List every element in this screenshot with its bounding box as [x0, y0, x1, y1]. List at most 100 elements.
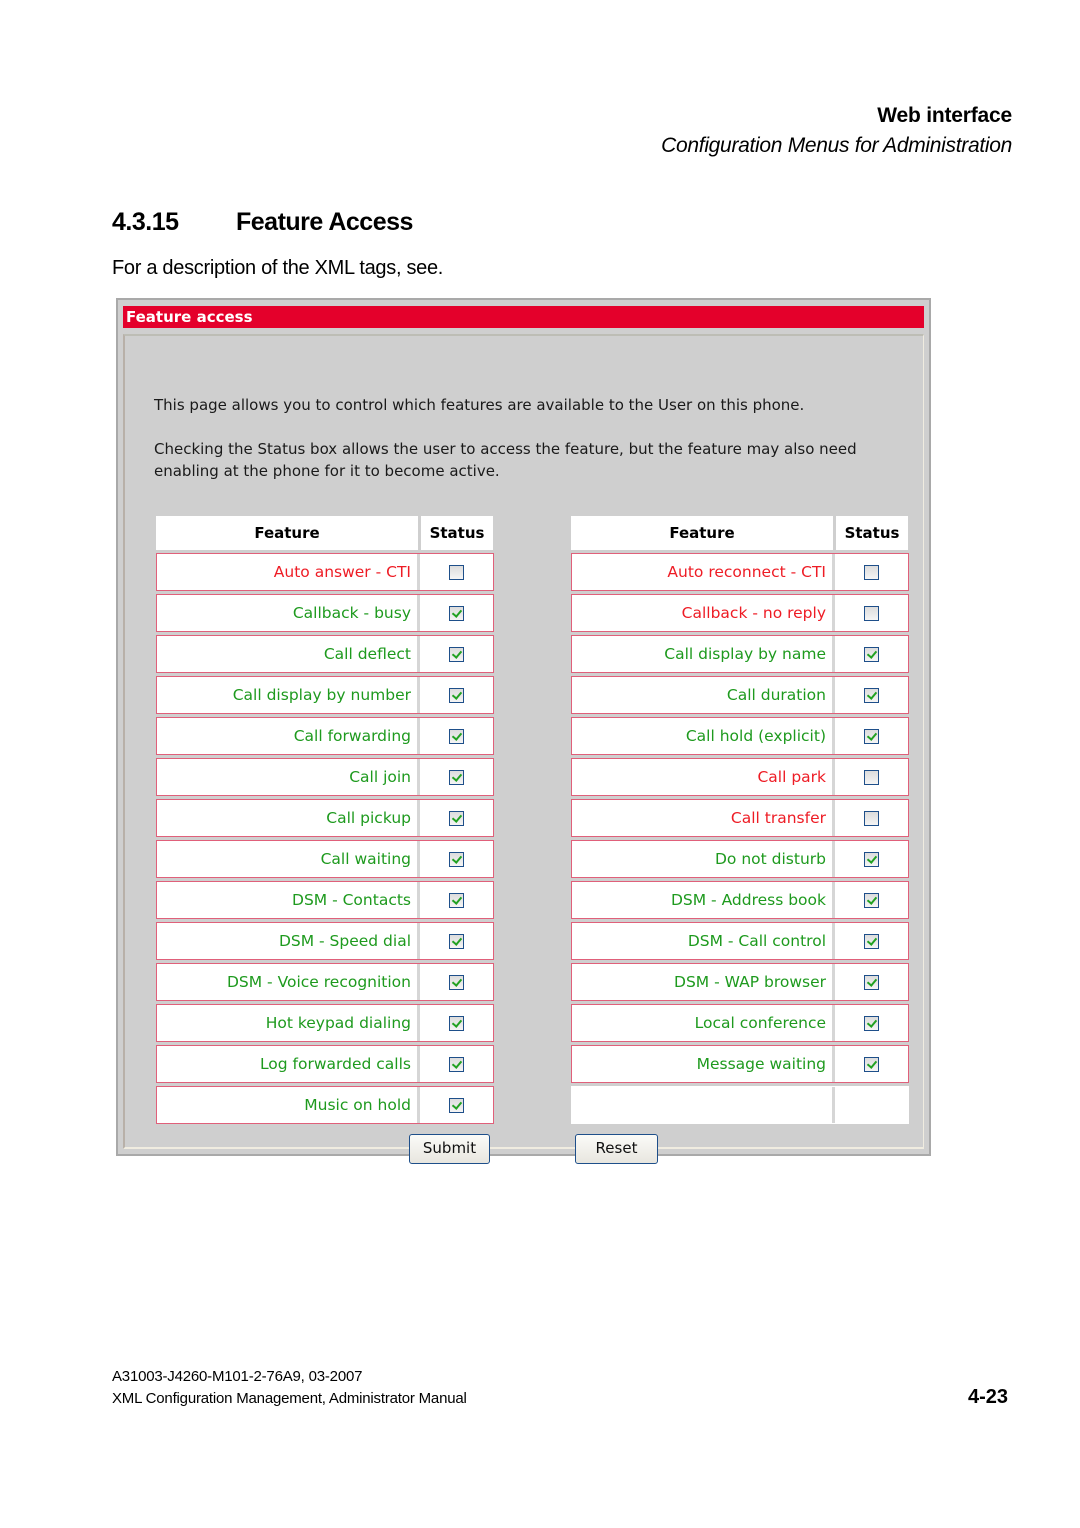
status-checkbox-checked[interactable] [864, 728, 879, 744]
feature-label: Message waiting [572, 1046, 835, 1082]
column-header-status: Status [836, 516, 908, 550]
status-checkbox-checked[interactable] [864, 933, 879, 949]
feature-row: DSM - Contacts [156, 881, 494, 919]
status-checkbox-checked[interactable] [449, 605, 464, 621]
status-checkbox-checked[interactable] [449, 1056, 464, 1072]
status-checkbox-checked[interactable] [449, 851, 464, 867]
feature-row: Auto reconnect - CTI [571, 553, 909, 591]
page-number: 4-23 [967, 1386, 1008, 1408]
status-cell [420, 923, 493, 959]
feature-row: Call display by name [571, 635, 909, 673]
feature-label: DSM - Address book [572, 882, 835, 918]
status-checkbox-unchecked[interactable] [449, 564, 464, 580]
status-cell [835, 718, 908, 754]
feature-row: Call join [156, 758, 494, 796]
status-checkbox-checked[interactable] [864, 892, 879, 908]
status-cell [835, 677, 908, 713]
status-cell [835, 841, 908, 877]
status-cell [835, 759, 908, 795]
feature-row: DSM - Call control [571, 922, 909, 960]
status-cell [420, 800, 493, 836]
status-cell [835, 1005, 908, 1041]
status-checkbox-unchecked[interactable] [864, 605, 879, 621]
feature-row: Hot keypad dialing [156, 1004, 494, 1042]
status-checkbox-checked[interactable] [449, 646, 464, 662]
feature-label: Auto answer - CTI [157, 554, 420, 590]
status-cell [420, 841, 493, 877]
feature-label: Callback - busy [157, 595, 420, 631]
feature-label: Callback - no reply [572, 595, 835, 631]
status-cell [420, 964, 493, 1000]
status-cell [835, 882, 908, 918]
feature-row: DSM - Address book [571, 881, 909, 919]
status-cell [835, 1046, 908, 1082]
status-checkbox-checked[interactable] [449, 810, 464, 826]
section-intro: For a description of the XML tags, see. [112, 257, 444, 279]
feature-row: Message waiting [571, 1045, 909, 1083]
panel-note: Checking the Status box allows the user … [154, 440, 857, 480]
feature-label: Call forwarding [157, 718, 420, 754]
feature-label: Call hold (explicit) [572, 718, 835, 754]
column-header-feature: Feature [571, 516, 833, 550]
feature-row: Callback - no reply [571, 594, 909, 632]
feature-row: Call waiting [156, 840, 494, 878]
reset-button[interactable]: Reset [575, 1134, 658, 1164]
feature-row: Call transfer [571, 799, 909, 837]
status-checkbox-checked[interactable] [449, 769, 464, 785]
feature-label: DSM - Speed dial [157, 923, 420, 959]
feature-row: Call pickup [156, 799, 494, 837]
status-checkbox-checked[interactable] [864, 1056, 879, 1072]
feature-label: Call join [157, 759, 420, 795]
feature-label: Call deflect [157, 636, 420, 672]
feature-label: Call display by name [572, 636, 835, 672]
status-checkbox-checked[interactable] [864, 1015, 879, 1031]
status-checkbox-checked[interactable] [449, 933, 464, 949]
status-cell [835, 595, 908, 631]
status-cell [420, 636, 493, 672]
feature-row: Music on hold [156, 1086, 494, 1124]
status-checkbox-checked[interactable] [864, 851, 879, 867]
feature-row: Call duration [571, 676, 909, 714]
status-checkbox-checked[interactable] [449, 974, 464, 990]
feature-label: Call park [572, 759, 835, 795]
status-cell [420, 595, 493, 631]
status-checkbox-checked[interactable] [449, 728, 464, 744]
feature-label: Do not disturb [572, 841, 835, 877]
feature-label: Music on hold [157, 1087, 420, 1123]
running-header-subtitle: Configuration Menus for Administration [661, 134, 1012, 157]
section-title: Feature Access [236, 208, 413, 236]
feature-row: Call forwarding [156, 717, 494, 755]
feature-row: Do not disturb [571, 840, 909, 878]
status-checkbox-unchecked[interactable] [864, 810, 879, 826]
status-cell [835, 554, 908, 590]
submit-button[interactable]: Submit [409, 1134, 490, 1164]
status-checkbox-checked[interactable] [449, 892, 464, 908]
status-checkbox-checked[interactable] [449, 687, 464, 703]
feature-label: Call waiting [157, 841, 420, 877]
status-cell [835, 800, 908, 836]
status-checkbox-checked[interactable] [449, 1015, 464, 1031]
feature-row: Call display by number [156, 676, 494, 714]
footer-doc-id: A31003-J4260-M101-2-76A9, 03-2007 [112, 1368, 363, 1385]
status-checkbox-checked[interactable] [864, 646, 879, 662]
feature-label: Call transfer [572, 800, 835, 836]
status-cell [420, 1087, 493, 1123]
feature-row: Auto answer - CTI [156, 553, 494, 591]
status-cell [835, 964, 908, 1000]
section-number: 4.3.15 [112, 208, 179, 236]
feature-row: Call park [571, 758, 909, 796]
feature-row: Log forwarded calls [156, 1045, 494, 1083]
feature-label: Local conference [572, 1005, 835, 1041]
status-checkbox-unchecked[interactable] [864, 564, 879, 580]
footer-doc-title: XML Configuration Management, Administra… [112, 1390, 467, 1407]
status-checkbox-checked[interactable] [864, 687, 879, 703]
feature-access-panel: Feature access This page allows you to c… [116, 298, 931, 1164]
status-cell [420, 1005, 493, 1041]
table-header: Feature Status [156, 516, 496, 550]
status-checkbox-checked[interactable] [449, 1097, 464, 1113]
status-checkbox-checked[interactable] [864, 974, 879, 990]
status-cell [420, 718, 493, 754]
empty-feature-cell [572, 1087, 835, 1123]
running-header-title: Web interface [877, 104, 1012, 127]
status-checkbox-unchecked[interactable] [864, 769, 879, 785]
